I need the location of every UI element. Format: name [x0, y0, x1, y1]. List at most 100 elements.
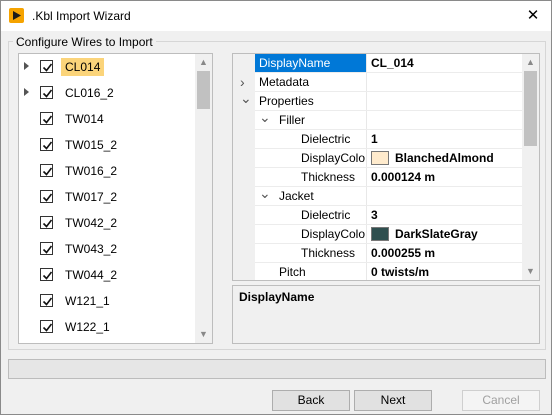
property-value[interactable]	[366, 111, 522, 130]
tree-item-label[interactable]: TW015_2	[61, 136, 121, 154]
property-scroll-thumb[interactable]	[524, 71, 537, 146]
property-value-text: DarkSlateGray	[395, 227, 478, 241]
checkbox[interactable]	[40, 294, 53, 307]
tree-item-label[interactable]: W122_1	[61, 318, 114, 336]
tree-item[interactable]: TW042_2	[19, 210, 195, 236]
property-row[interactable]: Dielectric 3	[233, 206, 522, 225]
checkbox[interactable]	[40, 112, 53, 125]
color-swatch	[371, 151, 389, 165]
property-gutter	[233, 54, 255, 73]
property-scrollbar[interactable]: ▲ ▼	[522, 54, 539, 280]
property-grid[interactable]: DisplayName CL_014 › Metadata ⌄ Properties ⌄ Fi…	[232, 53, 540, 281]
tree-item[interactable]: TW016_2	[19, 158, 195, 184]
tree-item-label[interactable]: TW017_2	[61, 188, 121, 206]
tree-item-label[interactable]: TW014	[61, 110, 108, 128]
property-value[interactable]: BlanchedAlmond	[366, 149, 522, 168]
scroll-up-icon[interactable]: ▲	[195, 54, 212, 71]
property-value[interactable]: 0.000255 m	[366, 244, 522, 263]
back-button[interactable]: Back	[272, 390, 350, 411]
checkbox[interactable]	[40, 216, 53, 229]
tree-item[interactable]: TW015_2	[19, 132, 195, 158]
scroll-down-icon[interactable]: ▼	[522, 263, 539, 280]
tree-item[interactable]: TW043_2	[19, 236, 195, 262]
chevron-down-icon[interactable]: ⌄	[240, 91, 252, 111]
property-value[interactable]: 3	[366, 206, 522, 225]
property-name[interactable]: Dielectric	[301, 130, 366, 149]
property-gutter	[233, 244, 255, 263]
property-name[interactable]: DisplayName	[255, 54, 366, 73]
property-row[interactable]: Thickness 0.000124 m	[233, 168, 522, 187]
description-panel: DisplayName	[232, 285, 540, 344]
property-name[interactable]: Filler	[279, 111, 366, 130]
property-name[interactable]: Jacket	[279, 187, 366, 206]
checkbox[interactable]	[40, 164, 53, 177]
property-name[interactable]: Dielectric	[301, 206, 366, 225]
property-gutter	[233, 263, 255, 280]
property-name[interactable]: DisplayColo	[301, 149, 366, 168]
tree-item[interactable]: TW044_2	[19, 262, 195, 288]
property-value[interactable]: 0 twists/m	[366, 263, 522, 280]
wire-tree[interactable]: CL014 CL016_2 TW014 TW015_2 TW016_2 TW017_2 TW…	[18, 53, 213, 344]
tree-item[interactable]: CL014	[19, 54, 195, 80]
property-row[interactable]: Thickness 0.000255 m	[233, 244, 522, 263]
property-value[interactable]	[366, 92, 522, 111]
tree-item[interactable]: CL016_2	[19, 80, 195, 106]
property-row[interactable]: DisplayColo BlanchedAlmond	[233, 149, 522, 168]
tree-scroll-thumb[interactable]	[197, 71, 210, 109]
close-icon[interactable]: ✕	[515, 1, 551, 31]
property-gutter	[233, 187, 255, 206]
tree-item[interactable]: TW017_2	[19, 184, 195, 210]
property-value-text: CL_014	[371, 56, 414, 70]
checkbox[interactable]	[40, 86, 53, 99]
property-row[interactable]: ⌄ Properties	[233, 91, 522, 111]
property-name[interactable]: Metadata	[255, 73, 366, 92]
scroll-up-icon[interactable]: ▲	[522, 54, 539, 71]
property-row[interactable]: ⌄ Jacket	[233, 186, 522, 206]
checkbox[interactable]	[40, 60, 53, 73]
tree-item[interactable]: TW014	[19, 106, 195, 132]
checkbox[interactable]	[40, 268, 53, 281]
property-value[interactable]: 1	[366, 130, 522, 149]
tree-item-label[interactable]: CL014	[61, 58, 105, 76]
property-row[interactable]: › Metadata	[233, 73, 522, 92]
property-row[interactable]: ⌄ Filler	[233, 110, 522, 130]
property-value[interactable]	[366, 187, 522, 206]
property-name[interactable]: Properties	[255, 92, 366, 111]
property-name[interactable]: Thickness	[301, 244, 366, 263]
property-value[interactable]: CL_014	[366, 54, 522, 73]
property-value[interactable]	[366, 73, 522, 92]
next-button[interactable]: Next	[354, 390, 432, 411]
property-row[interactable]: Dielectric 1	[233, 130, 522, 149]
checkbox[interactable]	[40, 242, 53, 255]
tree-scrollbar[interactable]: ▲ ▼	[195, 54, 212, 343]
checkbox[interactable]	[40, 138, 53, 151]
progress-bar	[8, 359, 546, 379]
property-row[interactable]: Pitch 0 twists/m	[233, 263, 522, 280]
property-name[interactable]: DisplayColo	[301, 225, 366, 244]
property-name[interactable]: Thickness	[301, 168, 366, 187]
tree-item-label[interactable]: TW042_2	[61, 214, 121, 232]
property-row[interactable]: DisplayColo DarkSlateGray	[233, 225, 522, 244]
tree-item-label[interactable]: TW016_2	[61, 162, 121, 180]
tree-item[interactable]: W122_1	[19, 314, 195, 340]
tree-item-label[interactable]: TW043_2	[61, 240, 121, 258]
checkbox[interactable]	[40, 320, 53, 333]
tree-item-label[interactable]: CL016_2	[61, 84, 118, 102]
property-value[interactable]: DarkSlateGray	[366, 225, 522, 244]
tree-item-label[interactable]: TW044_2	[61, 266, 121, 284]
property-gutter	[233, 111, 255, 130]
tree-item-label[interactable]: W121_1	[61, 292, 114, 310]
property-value-text: BlanchedAlmond	[395, 151, 494, 165]
chevron-down-icon[interactable]: ⌄	[259, 110, 271, 130]
property-value[interactable]: 0.000124 m	[366, 168, 522, 187]
property-name[interactable]: Pitch	[279, 263, 366, 280]
scroll-down-icon[interactable]: ▼	[195, 326, 212, 343]
property-row[interactable]: DisplayName CL_014	[233, 54, 522, 73]
cancel-button[interactable]: Cancel	[462, 390, 540, 411]
expand-arrow-icon[interactable]	[24, 62, 29, 70]
checkbox[interactable]	[40, 190, 53, 203]
property-value-text: 0.000124 m	[371, 170, 436, 184]
chevron-down-icon[interactable]: ⌄	[259, 186, 271, 206]
expand-arrow-icon[interactable]	[24, 88, 29, 96]
tree-item[interactable]: W121_1	[19, 288, 195, 314]
